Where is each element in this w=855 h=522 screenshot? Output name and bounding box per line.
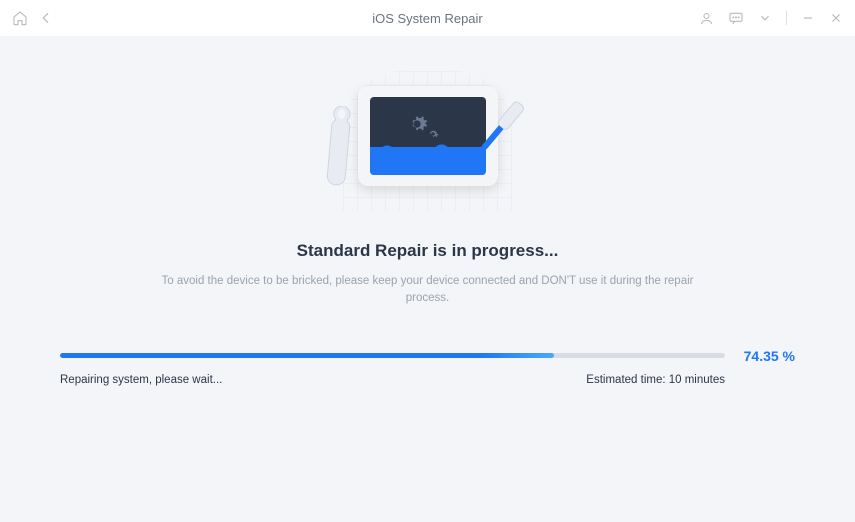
chevron-down-icon[interactable] xyxy=(758,11,772,25)
repair-illustration xyxy=(318,66,538,216)
estimated-time-text: Estimated time: 10 minutes xyxy=(586,374,725,386)
progress-percent-label: 74.35 % xyxy=(737,348,795,364)
titlebar-left-controls xyxy=(12,10,54,26)
titlebar-divider xyxy=(786,11,787,25)
status-row: Repairing system, please wait... Estimat… xyxy=(60,374,795,386)
window-title: iOS System Repair xyxy=(372,11,483,26)
progress-bar-fill xyxy=(60,353,554,358)
content-area: Standard Repair is in progress... To avo… xyxy=(0,36,855,522)
screwdriver-icon xyxy=(468,96,528,166)
progress-subtitle: To avoid the device to be bricked, pleas… xyxy=(158,273,698,308)
back-icon[interactable] xyxy=(38,10,54,26)
feedback-icon[interactable] xyxy=(728,10,744,26)
minimize-icon[interactable] xyxy=(801,11,815,25)
user-icon[interactable] xyxy=(699,11,714,26)
titlebar: iOS System Repair xyxy=(0,0,855,36)
titlebar-right-controls xyxy=(699,10,843,26)
progress-bar xyxy=(60,353,725,358)
home-icon[interactable] xyxy=(12,10,28,26)
progress-row: 74.35 % xyxy=(60,348,795,364)
close-icon[interactable] xyxy=(829,11,843,25)
progress-title: Standard Repair is in progress... xyxy=(60,241,795,261)
gear-icon xyxy=(406,113,428,135)
status-text: Repairing system, please wait... xyxy=(60,374,222,386)
wrench-icon xyxy=(320,105,357,187)
